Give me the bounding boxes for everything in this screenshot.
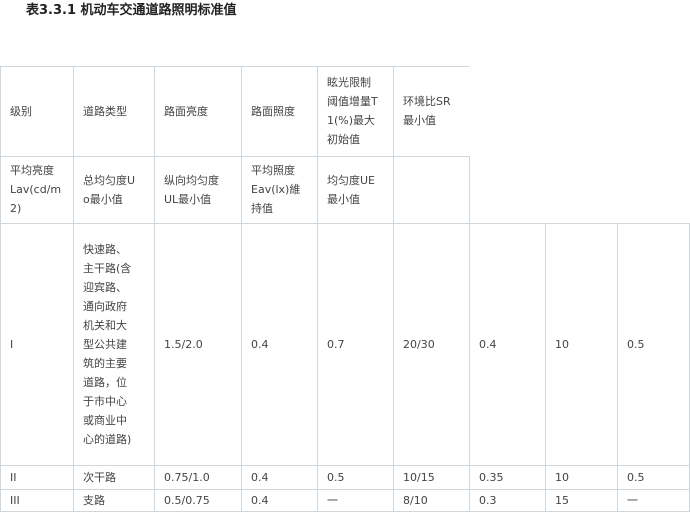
row-value-cell-text: 0.5 xyxy=(627,337,645,351)
row-value-cell: 10 xyxy=(545,223,617,465)
row-value-cell: 一 xyxy=(317,489,393,512)
row-value-cell: 8/10 xyxy=(393,489,469,512)
row-value-cell-text: 0.3 xyxy=(479,494,497,507)
row-road-type-cell-text: 支路 xyxy=(83,494,105,507)
row-value-cell: 15 xyxy=(545,489,617,512)
row-road-type-cell: 次干路 xyxy=(73,465,154,489)
row-value-cell-text: 一 xyxy=(327,494,338,507)
subheader-cell: 纵向均匀度 UL最小值 xyxy=(154,156,241,223)
header-cell-text: 路面照度 xyxy=(251,104,295,118)
subheader-cell: 平均亮度 Lav(cd/m 2) xyxy=(0,156,73,223)
row-level-cell: II xyxy=(0,465,73,489)
row-value-cell: 0.3 xyxy=(469,489,545,512)
row-value-cell: 0.4 xyxy=(241,223,317,465)
row-value-cell-text: 一 xyxy=(627,494,638,507)
row-value-cell-text: 0.5 xyxy=(327,470,345,484)
row-value-cell-text: 1.5/2.0 xyxy=(164,337,203,351)
row-value-cell-text: 0.4 xyxy=(251,470,269,484)
header-cell-text: 眩光限制 阈值增量T 1(%)最大 初始值 xyxy=(327,76,378,146)
row-value-cell: 10 xyxy=(545,465,617,489)
row-value-cell-text: 0.4 xyxy=(251,337,269,351)
subheader-cell-text: 纵向均匀度 UL最小值 xyxy=(164,173,219,206)
row-road-type-cell-text: 快速路、 主干路(含 迎宾路、 通向政府 机关和大 型公共建 筑的主要 道路，位… xyxy=(83,242,132,446)
row-value-cell-text: 0.4 xyxy=(251,494,269,507)
header-cell-text: 道路类型 xyxy=(83,104,127,118)
row-value-cell: 20/30 xyxy=(393,223,469,465)
row-road-type-cell-text: 次干路 xyxy=(83,470,116,484)
row-value-cell-text: 10/15 xyxy=(403,470,435,484)
row-value-cell: 0.5 xyxy=(617,223,690,465)
subheader-cell: 平均照度 Eav(lx)維 持值 xyxy=(241,156,317,223)
header-cell-text: 路面亮度 xyxy=(164,104,208,118)
row-value-cell-text: 20/30 xyxy=(403,337,435,351)
row-value-cell: 0.7 xyxy=(317,223,393,465)
row-value-cell-text: 10 xyxy=(555,337,569,351)
row-value-cell-text: 0.35 xyxy=(479,470,504,484)
row-value-cell: 10/15 xyxy=(393,465,469,489)
row-value-cell-text: 0.5 xyxy=(627,470,645,484)
row-level-cell: I xyxy=(0,223,73,465)
header-cell: 眩光限制 阈值增量T 1(%)最大 初始值 xyxy=(317,66,393,156)
subheader-cell: 均匀度UE 最小值 xyxy=(317,156,393,223)
row-value-cell: 0.5 xyxy=(317,465,393,489)
table-title: 表3.3.1 机动车交通道路照明标准值 xyxy=(26,3,237,18)
header-cell: 级别 xyxy=(0,66,73,156)
row-value-cell: 0.4 xyxy=(241,489,317,512)
header-cell: 路面照度 xyxy=(241,66,317,156)
row-value-cell: 0.35 xyxy=(469,465,545,489)
subheader-cell-text: 总均匀度U o最小值 xyxy=(83,173,136,206)
row-road-type-cell: 支路 xyxy=(73,489,154,512)
row-value-cell-text: 0.7 xyxy=(327,337,345,351)
row-value-cell-text: 0.5/0.75 xyxy=(164,494,210,507)
subheader-cell-text: 均匀度UE 最小值 xyxy=(327,173,376,206)
row-value-cell: 0.75/1.0 xyxy=(154,465,241,489)
row-value-cell: 1.5/2.0 xyxy=(154,223,241,465)
row-value-cell-text: 0.4 xyxy=(479,337,497,351)
row-value-cell-text: 0.75/1.0 xyxy=(164,470,210,484)
row-level-cell-text: II xyxy=(10,470,17,484)
header-cell-text: 环境比SR 最小值 xyxy=(403,95,451,127)
header-cell: 环境比SR 最小值 xyxy=(393,66,469,156)
row-level-cell: III xyxy=(0,489,73,512)
subheader-cell-text: 平均照度 Eav(lx)維 持值 xyxy=(251,164,301,215)
subheader-cell-text: 平均亮度 Lav(cd/m 2) xyxy=(10,164,62,215)
row-level-cell-text: III xyxy=(10,494,20,507)
row-value-cell: 0.5/0.75 xyxy=(154,489,241,512)
header-cell: 道路类型 xyxy=(73,66,154,156)
row-value-cell: 0.4 xyxy=(469,223,545,465)
row-value-cell: 0.4 xyxy=(241,465,317,489)
row-value-cell-text: 8/10 xyxy=(403,494,428,507)
header-cell: 路面亮度 xyxy=(154,66,241,156)
row-value-cell-text: 10 xyxy=(555,470,569,484)
row-value-cell-text: 15 xyxy=(555,494,569,507)
row-road-type-cell: 快速路、 主干路(含 迎宾路、 通向政府 机关和大 型公共建 筑的主要 道路，位… xyxy=(73,223,154,465)
row-value-cell: 一 xyxy=(617,489,690,512)
header-cell-text: 级别 xyxy=(10,104,32,118)
row-value-cell: 0.5 xyxy=(617,465,690,489)
row-level-cell-text: I xyxy=(10,337,14,351)
subheader-cell: 总均匀度U o最小值 xyxy=(73,156,154,223)
